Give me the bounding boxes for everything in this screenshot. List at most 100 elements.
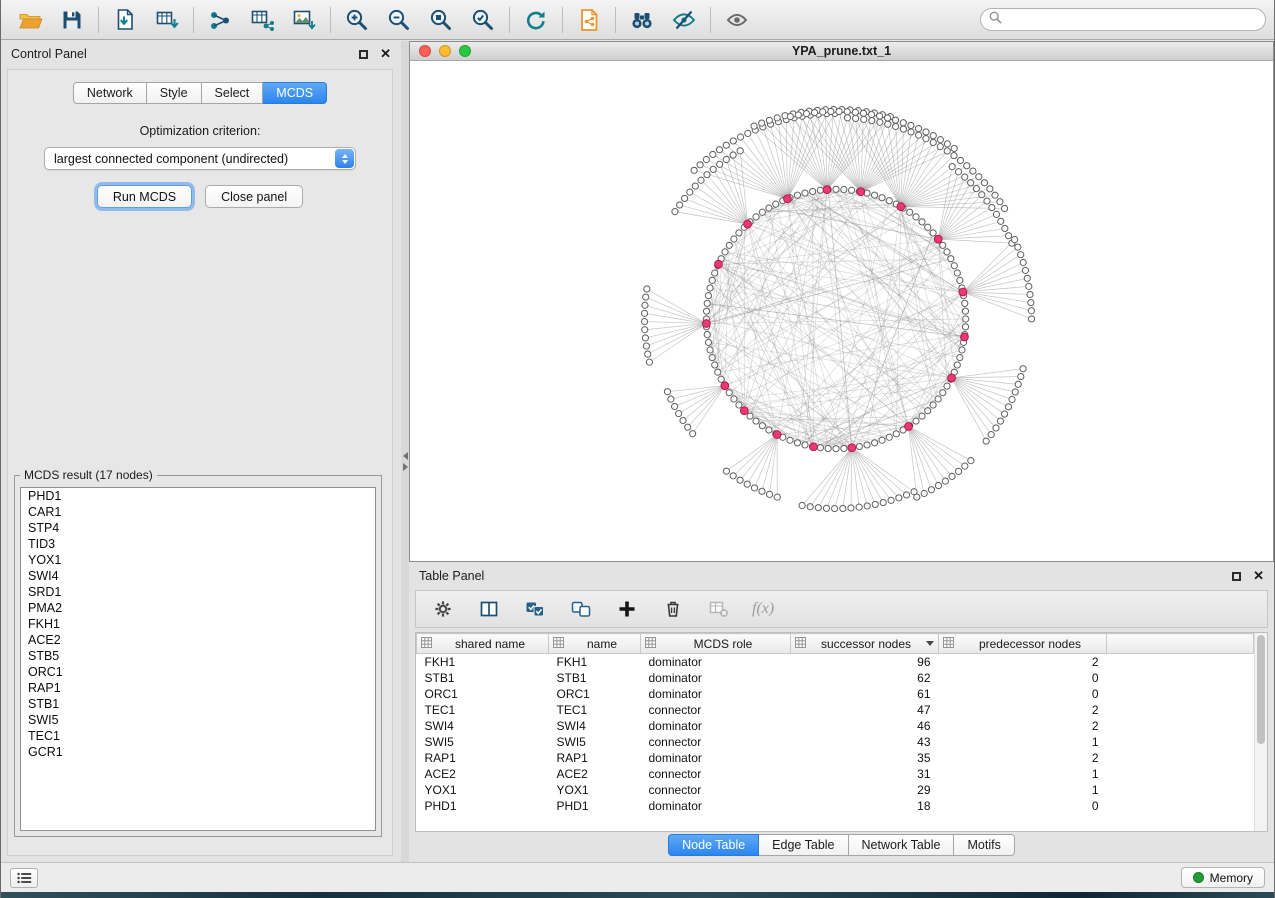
column-header-MCDS-role[interactable]: MCDS role [641, 634, 791, 654]
new-network-icon[interactable] [199, 4, 241, 36]
save-icon[interactable] [51, 4, 93, 36]
splitter-handle-icon[interactable] [401, 449, 409, 473]
tab-style[interactable]: Style [147, 82, 202, 104]
open-folder-icon[interactable] [9, 4, 51, 36]
table-row[interactable]: PHD1PHD1dominator180 [417, 798, 1254, 814]
table-row[interactable]: YOX1YOX1connector291 [417, 782, 1254, 798]
toolbar-separator [710, 7, 711, 33]
table-scrollbar[interactable] [1254, 633, 1267, 831]
network-table-icon[interactable] [241, 4, 283, 36]
cell-filler [1107, 750, 1254, 766]
control-panel-body: NetworkStyleSelectMCDS Optimization crit… [7, 69, 393, 856]
zoom-in-icon[interactable] [336, 4, 378, 36]
cell-predecessor-nodes: 1 [939, 734, 1107, 750]
delete-row-icon[interactable] [660, 596, 686, 622]
cell-shared-name: STB1 [417, 670, 549, 686]
column-header-name[interactable]: name [549, 634, 641, 654]
cell-filler [1107, 702, 1254, 718]
tab-network[interactable]: Network [73, 82, 147, 104]
network-graph[interactable] [410, 61, 1273, 561]
column-header-shared-name[interactable]: shared name [417, 634, 549, 654]
table-row[interactable]: STB1STB1dominator620 [417, 670, 1254, 686]
mcds-result-item[interactable]: SRD1 [21, 584, 375, 600]
mcds-result-item[interactable]: GCR1 [21, 744, 375, 760]
select-all-icon[interactable] [522, 596, 548, 622]
window-minimize-button[interactable] [439, 45, 451, 57]
close-panel-icon[interactable]: ✕ [380, 49, 391, 59]
share-document-icon[interactable] [568, 4, 610, 36]
table-tab-edge-table[interactable]: Edge Table [759, 834, 848, 856]
column-header-predecessor-nodes[interactable]: predecessor nodes [939, 634, 1107, 654]
mcds-result-item[interactable]: SWI4 [21, 568, 375, 584]
binoculars-icon[interactable] [621, 4, 663, 36]
mcds-result-item[interactable]: SWI5 [21, 712, 375, 728]
status-menu-button[interactable] [10, 868, 38, 888]
mcds-result-item[interactable]: STP4 [21, 520, 375, 536]
float-panel-icon[interactable] [359, 50, 368, 59]
mcds-result-item[interactable]: PMA2 [21, 600, 375, 616]
tab-mcds[interactable]: MCDS [263, 82, 327, 104]
table-row[interactable]: SWI4SWI4dominator462 [417, 718, 1254, 734]
window-close-button[interactable] [419, 45, 431, 57]
cell-filler [1107, 766, 1254, 782]
zoom-fit-icon[interactable] [420, 4, 462, 36]
mcds-result-item[interactable]: TID3 [21, 536, 375, 552]
close-table-panel-icon[interactable]: ✕ [1253, 571, 1264, 581]
network-titlebar[interactable]: YPA_prune.txt_1 [410, 42, 1273, 61]
mcds-result-item[interactable]: FKH1 [21, 616, 375, 632]
network-canvas[interactable] [410, 61, 1273, 561]
mcds-result-item[interactable]: ACE2 [21, 632, 375, 648]
mcds-result-item[interactable]: RAP1 [21, 680, 375, 696]
table-row[interactable]: RAP1RAP1dominator352 [417, 750, 1254, 766]
cell-name: TEC1 [549, 702, 641, 718]
search-input[interactable] [1008, 12, 1257, 28]
cell-successor-nodes: 47 [791, 702, 939, 718]
cell-shared-name: TEC1 [417, 702, 549, 718]
mcds-result-item[interactable]: STB1 [21, 696, 375, 712]
deselect-all-icon[interactable] [568, 596, 594, 622]
mcds-result-list[interactable]: PHD1CAR1STP4TID3YOX1SWI4SRD1PMA2FKH1ACE2… [20, 487, 376, 831]
window-zoom-button[interactable] [459, 45, 471, 57]
mcds-result-item[interactable]: CAR1 [21, 504, 375, 520]
memory-button[interactable]: Memory [1181, 867, 1265, 888]
sort-arrow-icon [926, 641, 934, 646]
cell-predecessor-nodes: 1 [939, 766, 1107, 782]
table-row[interactable]: TEC1TEC1connector472 [417, 702, 1254, 718]
table-row[interactable]: ORC1ORC1dominator610 [417, 686, 1254, 702]
import-network-icon[interactable] [104, 4, 146, 36]
zoom-out-icon[interactable] [378, 4, 420, 36]
table-row[interactable]: FKH1FKH1dominator962 [417, 654, 1254, 671]
float-table-panel-icon[interactable] [1232, 572, 1241, 581]
import-table-icon[interactable] [146, 4, 188, 36]
close-panel-button[interactable]: Close panel [205, 185, 303, 208]
table-tab-motifs[interactable]: Motifs [954, 834, 1014, 856]
optimization-label: Optimization criterion: [8, 124, 392, 138]
mcds-result-item[interactable]: TEC1 [21, 728, 375, 744]
panel-splitter[interactable] [401, 41, 409, 862]
table-column-icon [795, 637, 806, 651]
column-header-successor-nodes[interactable]: successor nodes [791, 634, 939, 654]
cell-mcds-role: connector [641, 782, 791, 798]
gear-icon[interactable] [430, 596, 456, 622]
criterion-dropdown[interactable]: largest connected component (undirected) [44, 147, 356, 170]
table-area: shared namenameMCDS rolesuccessor nodesp… [415, 632, 1268, 832]
mcds-result-item[interactable]: ORC1 [21, 664, 375, 680]
search-box[interactable] [980, 8, 1266, 31]
table-row[interactable]: ACE2ACE2connector311 [417, 766, 1254, 782]
mcds-result-item[interactable]: PHD1 [21, 488, 375, 504]
columns-icon[interactable] [476, 596, 502, 622]
table-tab-node-table[interactable]: Node Table [668, 834, 759, 856]
table-row[interactable]: SWI5SWI5connector431 [417, 734, 1254, 750]
tab-select[interactable]: Select [202, 82, 264, 104]
eye-icon[interactable] [716, 4, 758, 36]
mcds-result-item[interactable]: YOX1 [21, 552, 375, 568]
zoom-selected-icon[interactable] [462, 4, 504, 36]
mcds-result-item[interactable]: STB5 [21, 648, 375, 664]
refresh-icon[interactable] [515, 4, 557, 36]
show-hide-icon[interactable] [663, 4, 705, 36]
table-tab-network-table[interactable]: Network Table [849, 834, 955, 856]
export-image-icon[interactable] [283, 4, 325, 36]
scrollbar-thumb[interactable] [1257, 635, 1265, 744]
add-row-icon[interactable] [614, 596, 640, 622]
run-mcds-button[interactable]: Run MCDS [97, 185, 192, 208]
